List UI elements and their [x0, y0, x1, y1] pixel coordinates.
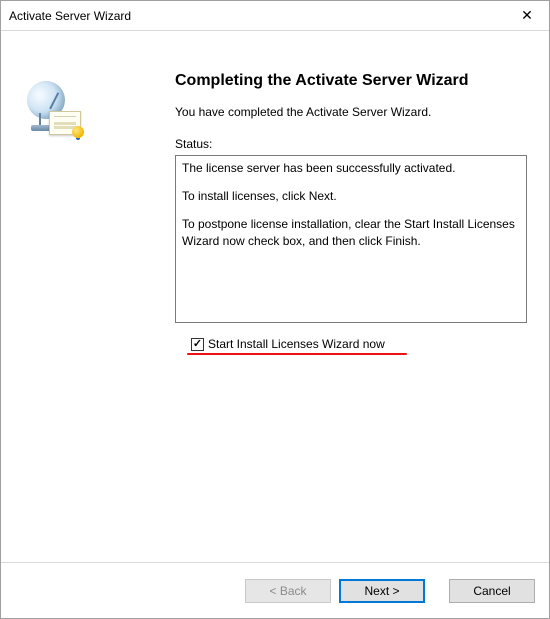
checkbox-label: Start Install Licenses Wizard now	[208, 337, 385, 351]
next-button[interactable]: Next >	[339, 579, 425, 603]
checkmark-icon: ✓	[193, 339, 202, 350]
wizard-footer: < Back Next > Cancel	[1, 562, 549, 618]
titlebar: Activate Server Wizard ✕	[1, 1, 549, 31]
wizard-sidebar	[1, 31, 171, 562]
checkbox-row[interactable]: ✓ Start Install Licenses Wizard now	[191, 337, 527, 351]
wizard-graphic-icon	[25, 81, 81, 147]
wizard-body: Completing the Activate Server Wizard Yo…	[1, 31, 549, 562]
start-install-checkbox[interactable]: ✓	[191, 338, 204, 351]
status-box: The license server has been successfully…	[175, 155, 527, 323]
page-title: Completing the Activate Server Wizard	[175, 71, 527, 91]
status-line: The license server has been successfully…	[182, 160, 520, 176]
close-button[interactable]: ✕	[505, 1, 549, 30]
window-title: Activate Server Wizard	[9, 9, 131, 23]
cancel-button[interactable]: Cancel	[449, 579, 535, 603]
status-label: Status:	[175, 137, 527, 151]
status-line: To install licenses, click Next.	[182, 188, 520, 204]
close-icon: ✕	[521, 7, 533, 24]
back-button: < Back	[245, 579, 331, 603]
wizard-main: Completing the Activate Server Wizard Yo…	[171, 31, 549, 562]
intro-text: You have completed the Activate Server W…	[175, 105, 527, 119]
annotation-underline	[187, 353, 407, 355]
wizard-window: Activate Server Wizard ✕ Completing the …	[0, 0, 550, 619]
status-line: To postpone license installation, clear …	[182, 216, 520, 248]
